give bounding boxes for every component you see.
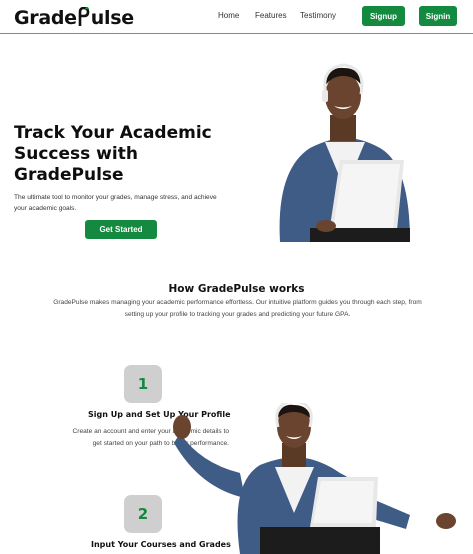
hero-title: Track Your Academic Success with GradePu… [14, 123, 212, 185]
brand-name-right: ulse [90, 7, 134, 29]
brand-logo[interactable]: Grade ulse [14, 7, 134, 29]
top-navbar: Grade ulse Home Features Testimony Signu… [0, 0, 473, 34]
get-started-button[interactable]: Get Started [85, 220, 157, 239]
pulse-p-icon [78, 7, 90, 26]
signin-button[interactable]: Signin [419, 6, 457, 26]
signup-button[interactable]: Signup [362, 6, 405, 26]
brand-name-left: Grade [14, 7, 77, 29]
how-it-works-body: GradePulse makes managing your academic … [53, 299, 422, 318]
how-it-works-title: How GradePulse works [168, 283, 305, 295]
nav-link-testimony[interactable]: Testimony [300, 11, 336, 20]
step-number-badge: 2 [124, 495, 162, 533]
step-number-badge: 1 [124, 365, 162, 403]
step-title: Input Your Courses and Grades [91, 540, 231, 549]
student-laptop-image [279, 63, 410, 242]
celebrating-student-image [173, 403, 456, 554]
nav-link-home[interactable]: Home [218, 11, 239, 20]
nav-link-features[interactable]: Features [255, 11, 287, 20]
hero-subtitle: The ultimate tool to monitor your grades… [14, 194, 217, 212]
